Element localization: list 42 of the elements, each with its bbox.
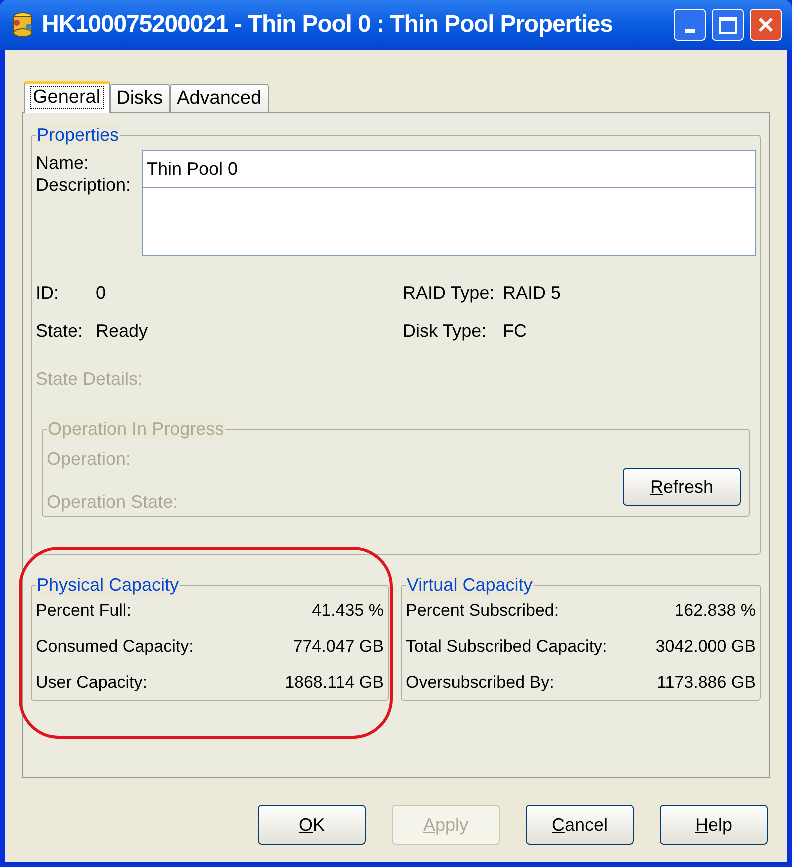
field-value: Ready [96, 320, 148, 342]
dialog-button[interactable]: Cancel [526, 805, 634, 845]
field-label: State Details: [36, 368, 144, 391]
field-value: 162.838 % [674, 600, 756, 622]
field-label: State: [36, 320, 84, 342]
field-value: 0 [96, 282, 106, 304]
tab[interactable]: Disks [110, 84, 170, 112]
group-title: Physical Capacity [36, 574, 180, 596]
field-value: 3042.000 GB [656, 636, 756, 658]
field-value: 774.047 GB [293, 636, 384, 658]
name-field[interactable]: Thin Pool 0 [142, 150, 756, 188]
maximize-button[interactable] [712, 9, 744, 41]
field-label: Disk Type: [403, 320, 488, 342]
field-label: User Capacity: [36, 672, 148, 694]
field-value: FC [503, 320, 527, 342]
group-title: Properties [36, 124, 120, 146]
field-label: Operation: [47, 448, 132, 471]
field-label: Total Subscribed Capacity: [406, 636, 608, 658]
field-label: Operation State: [47, 491, 180, 514]
description-field[interactable] [142, 188, 756, 256]
tab[interactable]: General [24, 81, 110, 113]
group-title: Virtual Capacity [406, 574, 534, 596]
field-label: RAID Type: [403, 282, 496, 304]
field-value: 1173.886 GB [657, 672, 756, 694]
field-label: Consumed Capacity: [36, 636, 194, 658]
field-value: 1868.114 GB [285, 672, 384, 694]
field-label: Oversubscribed By: [406, 672, 554, 694]
field-label: Name: [36, 152, 90, 172]
field-value: RAID 5 [503, 282, 562, 304]
dialog-button[interactable]: OK [258, 805, 366, 845]
close-button[interactable] [750, 9, 782, 41]
window-title: HK100075200021 - Thin Pool 0 : Thin Pool Properties [42, 10, 614, 40]
field-label: ID: [36, 282, 60, 304]
field-label: Percent Subscribed: [406, 600, 560, 622]
field-value: 41.435 % [312, 600, 384, 622]
group-title: Operation In Progress [47, 418, 226, 440]
field-label: Percent Full: [36, 600, 132, 622]
close-icon [757, 16, 775, 34]
dialog-button[interactable]: Help [660, 805, 768, 845]
minimize-button[interactable] [674, 9, 706, 41]
field-label: Description: [36, 174, 132, 194]
tab[interactable]: Advanced [170, 84, 269, 112]
